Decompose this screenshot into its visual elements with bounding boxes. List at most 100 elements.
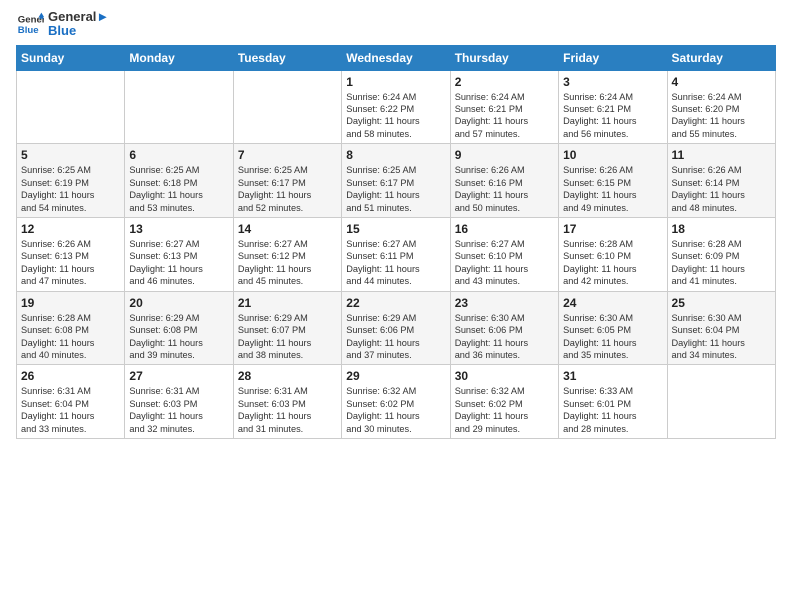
page: General Blue General► Blue SundayMondayT… xyxy=(0,0,792,612)
header-day-saturday: Saturday xyxy=(667,45,775,70)
calendar-cell: 31 Sunrise: 6:33 AM Sunset: 6:01 PM Dayli… xyxy=(559,365,667,439)
calendar-cell: 21 Sunrise: 6:29 AM Sunset: 6:07 PM Dayli… xyxy=(233,291,341,365)
calendar-cell: 11Sunrise: 6:26 AM Sunset: 6:14 PM Dayli… xyxy=(667,144,775,218)
day-number: 27 xyxy=(129,369,228,383)
logo: General Blue General► Blue xyxy=(16,10,109,39)
day-info: Sunrise: 6:28 AM Sunset: 6:09 PM Dayligh… xyxy=(672,238,771,288)
header-day-tuesday: Tuesday xyxy=(233,45,341,70)
week-row-4: 19 Sunrise: 6:28 AM Sunset: 6:08 PM Dayli… xyxy=(17,291,776,365)
calendar-cell: 9Sunrise: 6:26 AM Sunset: 6:16 PM Daylig… xyxy=(450,144,558,218)
calendar-cell: 10 Sunrise: 6:26 AM Sunset: 6:15 PM Dayli… xyxy=(559,144,667,218)
calendar-cell: 19 Sunrise: 6:28 AM Sunset: 6:08 PM Dayli… xyxy=(17,291,125,365)
day-info: Sunrise: 6:30 AM Sunset: 6:06 PM Dayligh… xyxy=(455,312,554,362)
day-info: Sunrise: 6:26 AM Sunset: 6:13 PM Dayligh… xyxy=(21,238,120,288)
calendar-cell: 28 Sunrise: 6:31 AM Sunset: 6:03 PM Dayli… xyxy=(233,365,341,439)
day-info: Sunrise: 6:25 AM Sunset: 6:19 PM Dayligh… xyxy=(21,164,120,214)
calendar-header-row: SundayMondayTuesdayWednesdayThursdayFrid… xyxy=(17,45,776,70)
calendar-cell: 4 Sunrise: 6:24 AM Sunset: 6:20 PM Daylig… xyxy=(667,70,775,144)
calendar-cell: 24Sunrise: 6:30 AM Sunset: 6:05 PM Dayli… xyxy=(559,291,667,365)
calendar-cell: 30 Sunrise: 6:32 AM Sunset: 6:02 PM Dayli… xyxy=(450,365,558,439)
calendar-cell: 25 Sunrise: 6:30 AM Sunset: 6:04 PM Dayli… xyxy=(667,291,775,365)
day-number: 3 xyxy=(563,75,662,89)
day-number: 23 xyxy=(455,296,554,310)
day-number: 8 xyxy=(346,148,445,162)
day-info: Sunrise: 6:26 AM Sunset: 6:14 PM Dayligh… xyxy=(672,164,771,214)
day-info: Sunrise: 6:32 AM Sunset: 6:02 PM Dayligh… xyxy=(346,385,445,435)
day-info: Sunrise: 6:30 AM Sunset: 6:05 PM Dayligh… xyxy=(563,312,662,362)
day-number: 22 xyxy=(346,296,445,310)
day-info: Sunrise: 6:27 AM Sunset: 6:11 PM Dayligh… xyxy=(346,238,445,288)
day-info: Sunrise: 6:25 AM Sunset: 6:17 PM Dayligh… xyxy=(238,164,337,214)
calendar-cell: 2 Sunrise: 6:24 AM Sunset: 6:21 PM Daylig… xyxy=(450,70,558,144)
day-number: 31 xyxy=(563,369,662,383)
day-number: 14 xyxy=(238,222,337,236)
calendar-cell: 14 Sunrise: 6:27 AM Sunset: 6:12 PM Dayli… xyxy=(233,217,341,291)
day-info: Sunrise: 6:27 AM Sunset: 6:12 PM Dayligh… xyxy=(238,238,337,288)
day-info: Sunrise: 6:24 AM Sunset: 6:21 PM Dayligh… xyxy=(563,91,662,141)
day-number: 12 xyxy=(21,222,120,236)
day-number: 2 xyxy=(455,75,554,89)
day-info: Sunrise: 6:24 AM Sunset: 6:21 PM Dayligh… xyxy=(455,91,554,141)
day-info: Sunrise: 6:25 AM Sunset: 6:18 PM Dayligh… xyxy=(129,164,228,214)
calendar-cell: 6 Sunrise: 6:25 AM Sunset: 6:18 PM Daylig… xyxy=(125,144,233,218)
day-number: 21 xyxy=(238,296,337,310)
calendar-cell: 16Sunrise: 6:27 AM Sunset: 6:10 PM Dayli… xyxy=(450,217,558,291)
svg-text:Blue: Blue xyxy=(18,25,39,36)
day-info: Sunrise: 6:26 AM Sunset: 6:15 PM Dayligh… xyxy=(563,164,662,214)
day-number: 7 xyxy=(238,148,337,162)
header-day-thursday: Thursday xyxy=(450,45,558,70)
calendar-cell: 20Sunrise: 6:29 AM Sunset: 6:08 PM Dayli… xyxy=(125,291,233,365)
day-info: Sunrise: 6:29 AM Sunset: 6:06 PM Dayligh… xyxy=(346,312,445,362)
calendar-cell xyxy=(233,70,341,144)
day-info: Sunrise: 6:31 AM Sunset: 6:03 PM Dayligh… xyxy=(238,385,337,435)
day-info: Sunrise: 6:33 AM Sunset: 6:01 PM Dayligh… xyxy=(563,385,662,435)
day-info: Sunrise: 6:25 AM Sunset: 6:17 PM Dayligh… xyxy=(346,164,445,214)
logo-line1: General► xyxy=(48,10,109,24)
day-number: 28 xyxy=(238,369,337,383)
day-number: 29 xyxy=(346,369,445,383)
logo-icon: General Blue xyxy=(16,10,44,38)
day-info: Sunrise: 6:31 AM Sunset: 6:04 PM Dayligh… xyxy=(21,385,120,435)
week-row-2: 5 Sunrise: 6:25 AM Sunset: 6:19 PM Daylig… xyxy=(17,144,776,218)
calendar-cell: 8 Sunrise: 6:25 AM Sunset: 6:17 PM Daylig… xyxy=(342,144,450,218)
calendar-cell: 7 Sunrise: 6:25 AM Sunset: 6:17 PM Daylig… xyxy=(233,144,341,218)
header-day-sunday: Sunday xyxy=(17,45,125,70)
calendar-cell xyxy=(17,70,125,144)
logo-line2: Blue xyxy=(48,24,109,38)
day-number: 5 xyxy=(21,148,120,162)
calendar-cell: 18 Sunrise: 6:28 AM Sunset: 6:09 PM Dayli… xyxy=(667,217,775,291)
day-number: 25 xyxy=(672,296,771,310)
calendar-cell xyxy=(667,365,775,439)
day-number: 26 xyxy=(21,369,120,383)
day-info: Sunrise: 6:24 AM Sunset: 6:20 PM Dayligh… xyxy=(672,91,771,141)
calendar-cell: 17Sunrise: 6:28 AM Sunset: 6:10 PM Dayli… xyxy=(559,217,667,291)
day-info: Sunrise: 6:28 AM Sunset: 6:08 PM Dayligh… xyxy=(21,312,120,362)
day-info: Sunrise: 6:29 AM Sunset: 6:08 PM Dayligh… xyxy=(129,312,228,362)
day-number: 6 xyxy=(129,148,228,162)
day-info: Sunrise: 6:30 AM Sunset: 6:04 PM Dayligh… xyxy=(672,312,771,362)
day-number: 1 xyxy=(346,75,445,89)
calendar-cell: 23 Sunrise: 6:30 AM Sunset: 6:06 PM Dayli… xyxy=(450,291,558,365)
day-number: 19 xyxy=(21,296,120,310)
day-number: 13 xyxy=(129,222,228,236)
week-row-1: 1 Sunrise: 6:24 AM Sunset: 6:22 PM Daylig… xyxy=(17,70,776,144)
calendar-cell: 12 Sunrise: 6:26 AM Sunset: 6:13 PM Dayli… xyxy=(17,217,125,291)
day-number: 30 xyxy=(455,369,554,383)
day-info: Sunrise: 6:29 AM Sunset: 6:07 PM Dayligh… xyxy=(238,312,337,362)
day-info: Sunrise: 6:24 AM Sunset: 6:22 PM Dayligh… xyxy=(346,91,445,141)
week-row-5: 26 Sunrise: 6:31 AM Sunset: 6:04 PM Dayli… xyxy=(17,365,776,439)
header-day-friday: Friday xyxy=(559,45,667,70)
header-day-wednesday: Wednesday xyxy=(342,45,450,70)
day-info: Sunrise: 6:32 AM Sunset: 6:02 PM Dayligh… xyxy=(455,385,554,435)
header: General Blue General► Blue xyxy=(16,10,776,39)
day-number: 18 xyxy=(672,222,771,236)
calendar-table: SundayMondayTuesdayWednesdayThursdayFrid… xyxy=(16,45,776,439)
day-number: 17 xyxy=(563,222,662,236)
day-number: 4 xyxy=(672,75,771,89)
day-number: 10 xyxy=(563,148,662,162)
calendar-cell: 13Sunrise: 6:27 AM Sunset: 6:13 PM Dayli… xyxy=(125,217,233,291)
calendar-cell: 22 Sunrise: 6:29 AM Sunset: 6:06 PM Dayli… xyxy=(342,291,450,365)
header-day-monday: Monday xyxy=(125,45,233,70)
day-number: 9 xyxy=(455,148,554,162)
calendar-cell: 29 Sunrise: 6:32 AM Sunset: 6:02 PM Dayli… xyxy=(342,365,450,439)
